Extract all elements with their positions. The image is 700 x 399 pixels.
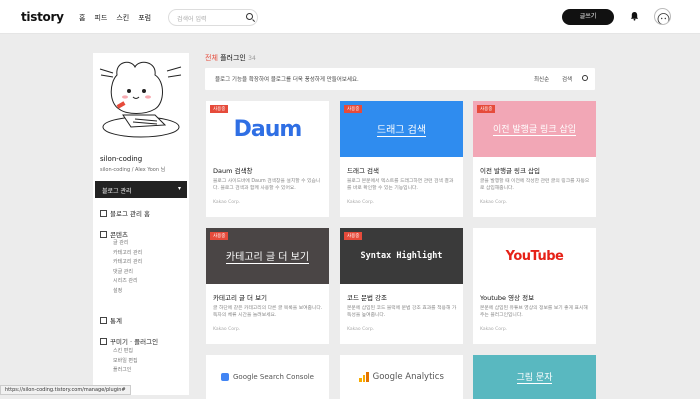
blog-manage-button[interactable]: 블로그 관리 ▾ bbox=[95, 181, 187, 198]
in-use-badge: 사용중 bbox=[344, 232, 363, 240]
sidebar-section-content-label: 콘텐츠 bbox=[110, 231, 128, 239]
card-thumb-text: 드래그 검색 bbox=[376, 121, 427, 137]
bell-icon[interactable] bbox=[630, 11, 639, 21]
card-title: 이전 발행글 링크 삽입 bbox=[480, 167, 541, 175]
plugin-info-text: 블로그 기능을 확장하여 블로그를 더욱 풍성하게 만들어보세요. bbox=[215, 77, 359, 83]
card-thumbnail: YouTube bbox=[473, 228, 596, 284]
in-use-badge: 사용중 bbox=[477, 105, 496, 113]
top-navigation-bar: tistory 홈 피드 스킨 포럼 검색어 입력 글쓰기 bbox=[0, 0, 700, 34]
page-title: 전체 플러그인 34 bbox=[205, 53, 256, 63]
card-author: Kakao Corp. bbox=[347, 200, 375, 205]
card-logo-text: Google Analytics bbox=[372, 372, 444, 382]
sidebar-item-category[interactable]: 카테고리 관리 bbox=[113, 249, 142, 259]
youtube-logo-text: YouTube bbox=[505, 248, 564, 264]
main-nav: 홈 피드 스킨 포럼 bbox=[79, 13, 151, 23]
youtube-logo: YouTube bbox=[506, 249, 564, 264]
card-description: 본문에 삽입된 유튜브 영상의 정보를 보기 좋게 표시해주는 플러그인입니다. bbox=[480, 306, 588, 318]
blog-manage-label: 블로그 관리 bbox=[102, 188, 132, 195]
blog-name[interactable]: silon-coding bbox=[100, 155, 142, 163]
card-author: Kakao Corp. bbox=[480, 200, 508, 205]
in-use-badge: 사용중 bbox=[210, 105, 229, 113]
sidebar-item-mobile-edit[interactable]: 모바일 편집 bbox=[113, 357, 138, 367]
tistory-logo[interactable]: tistory bbox=[21, 10, 64, 24]
sidebar-item-posts[interactable]: 글 관리 bbox=[113, 239, 142, 249]
card-thumb-text: 이전 발행글 링크 삽입 bbox=[492, 122, 577, 136]
card-description: 블로그 본문에서 텍스트를 드래그하면 관련 검색 결과를 바로 확인할 수 있… bbox=[347, 179, 454, 191]
card-title: Youtube 영상 정보 bbox=[480, 294, 535, 302]
in-use-badge: 사용중 bbox=[344, 105, 363, 113]
search-icon[interactable] bbox=[246, 13, 253, 20]
sidebar-section-stats-label: 통계 bbox=[110, 317, 122, 325]
card-thumb-text: Syntax Highlight bbox=[360, 251, 443, 261]
sidebar-section-decorate[interactable]: 꾸미기 · 플러그인 bbox=[100, 336, 158, 346]
sidebar-item-category-2[interactable]: 카테고리 관리 bbox=[113, 258, 142, 268]
plugin-card-youtube[interactable]: YouTube Youtube 영상 정보 본문에 삽입된 유튜브 영상의 정보… bbox=[473, 228, 596, 344]
card-description: 블로그 사이드바에 Daum 검색창을 설치할 수 있습니다. 블로그 검색과 … bbox=[213, 179, 321, 191]
sidebar-item-home[interactable]: 블로그 관리 홈 bbox=[100, 208, 150, 218]
card-description: 글을 발행할 때 이전에 작성한 관련 글의 링크를 자동으로 삽입해줍니다. bbox=[480, 179, 590, 191]
chevron-down-icon: ▾ bbox=[177, 185, 181, 192]
blog-id: silon-coding / Alex Yoon 님 bbox=[100, 167, 166, 173]
page-title-rest: 플러그인 bbox=[217, 54, 246, 62]
plugin-card-daum[interactable]: Daum 사용중 Daum 검색창 블로그 사이드바에 Daum 검색창을 설치… bbox=[206, 101, 329, 217]
document-icon bbox=[100, 231, 107, 238]
find-label[interactable]: 검색 bbox=[562, 75, 572, 83]
plugin-info-bar: 블로그 기능을 확장하여 블로그를 더욱 풍성하게 만들어보세요. 최신순 검색 bbox=[205, 68, 595, 90]
card-author: Kakao Corp. bbox=[213, 200, 241, 205]
sidebar-section-stats[interactable]: 통계 bbox=[100, 315, 122, 325]
google-search-console-icon bbox=[221, 373, 229, 381]
brush-icon bbox=[100, 338, 107, 345]
daum-logo: Daum bbox=[233, 116, 303, 142]
write-button[interactable]: 글쓰기 bbox=[562, 9, 614, 25]
plugin-card-category-more[interactable]: 카테고리 글 더 보기 사용중 카테고리 글 더 보기 글 하단에 같은 카테고… bbox=[206, 228, 329, 344]
card-description: 본문에 삽입된 코드 블럭에 문법 강조 효과를 적용해 가독성을 높여줍니다. bbox=[347, 306, 457, 318]
sidebar-item-home-label: 블로그 관리 홈 bbox=[110, 210, 151, 218]
card-author: Kakao Corp. bbox=[347, 327, 375, 332]
blog-profile-image[interactable] bbox=[95, 55, 186, 146]
nav-forum[interactable]: 포럼 bbox=[138, 13, 151, 23]
status-bar-url: https://silon-coding.tistory.com/manage/… bbox=[0, 385, 131, 395]
search-icon[interactable] bbox=[582, 75, 588, 81]
sort-select[interactable]: 최신순 bbox=[534, 75, 549, 83]
search-placeholder: 검색어 입력 bbox=[177, 16, 207, 23]
nav-home[interactable]: 홈 bbox=[79, 13, 85, 23]
sidebar-item-series[interactable]: 시리즈 관리 bbox=[113, 277, 142, 287]
page-title-accent: 전체 bbox=[205, 54, 218, 62]
sidebar: silon-coding silon-coding / Alex Yoon 님 … bbox=[93, 53, 189, 395]
nav-skin[interactable]: 스킨 bbox=[116, 13, 129, 23]
plugin-card-drag-search[interactable]: 드래그 검색 사용중 드래그 검색 블로그 본문에서 텍스트를 드래그하면 관련… bbox=[340, 101, 463, 217]
card-title: 코드 문법 강조 bbox=[347, 294, 388, 302]
sidebar-item-comments[interactable]: 댓글 관리 bbox=[113, 268, 142, 278]
search-input[interactable]: 검색어 입력 bbox=[168, 9, 258, 26]
plugin-count: 34 bbox=[248, 55, 256, 62]
sidebar-section-content[interactable]: 콘텐츠 bbox=[100, 229, 128, 239]
card-thumb-text: 그림 문자 bbox=[516, 370, 553, 384]
plugin-card-syntax-highlight[interactable]: Syntax Highlight 사용중 코드 문법 강조 본문에 삽입된 코드… bbox=[340, 228, 463, 344]
card-title: 카테고리 글 더 보기 bbox=[213, 294, 268, 302]
home-icon bbox=[100, 210, 107, 217]
in-use-badge: 사용중 bbox=[210, 232, 229, 240]
sidebar-section-decorate-label: 꾸미기 · 플러그인 bbox=[110, 338, 159, 346]
card-author: Kakao Corp. bbox=[213, 327, 241, 332]
card-author: Kakao Corp. bbox=[480, 327, 508, 332]
sidebar-decorate-submenu: 스킨 편집 모바일 편집 플러그인 bbox=[113, 347, 138, 376]
card-title: 드래그 검색 bbox=[347, 167, 379, 175]
chart-icon bbox=[100, 317, 107, 324]
plugin-card-prev-link[interactable]: 이전 발행글 링크 삽입 사용중 이전 발행글 링크 삽입 글을 발행할 때 이… bbox=[473, 101, 596, 217]
card-title: Daum 검색창 bbox=[213, 167, 253, 175]
card-logo-text: Google Search Console bbox=[233, 373, 314, 381]
sidebar-item-skin-edit[interactable]: 스킨 편집 bbox=[113, 347, 138, 357]
nav-feed[interactable]: 피드 bbox=[94, 13, 107, 23]
card-description: 글 하단에 같은 카테고리의 다른 글 목록을 보여줍니다. 독자의 체류 시간… bbox=[213, 306, 323, 318]
card-thumb-text: 카테고리 글 더 보기 bbox=[225, 248, 310, 264]
profile-avatar[interactable] bbox=[654, 8, 671, 25]
sidebar-item-settings[interactable]: 설정 bbox=[113, 287, 142, 297]
google-analytics-icon bbox=[359, 372, 369, 382]
plugin-card-google-search-console[interactable]: Google Search Console bbox=[206, 355, 329, 399]
plugin-card-google-analytics[interactable]: Google Analytics bbox=[340, 355, 463, 399]
plugin-card-emoji[interactable]: 그림 문자 bbox=[473, 355, 596, 399]
sidebar-item-plugin[interactable]: 플러그인 bbox=[113, 366, 138, 376]
sidebar-content-submenu: 글 관리 카테고리 관리 카테고리 관리 댓글 관리 시리즈 관리 설정 bbox=[113, 239, 142, 296]
